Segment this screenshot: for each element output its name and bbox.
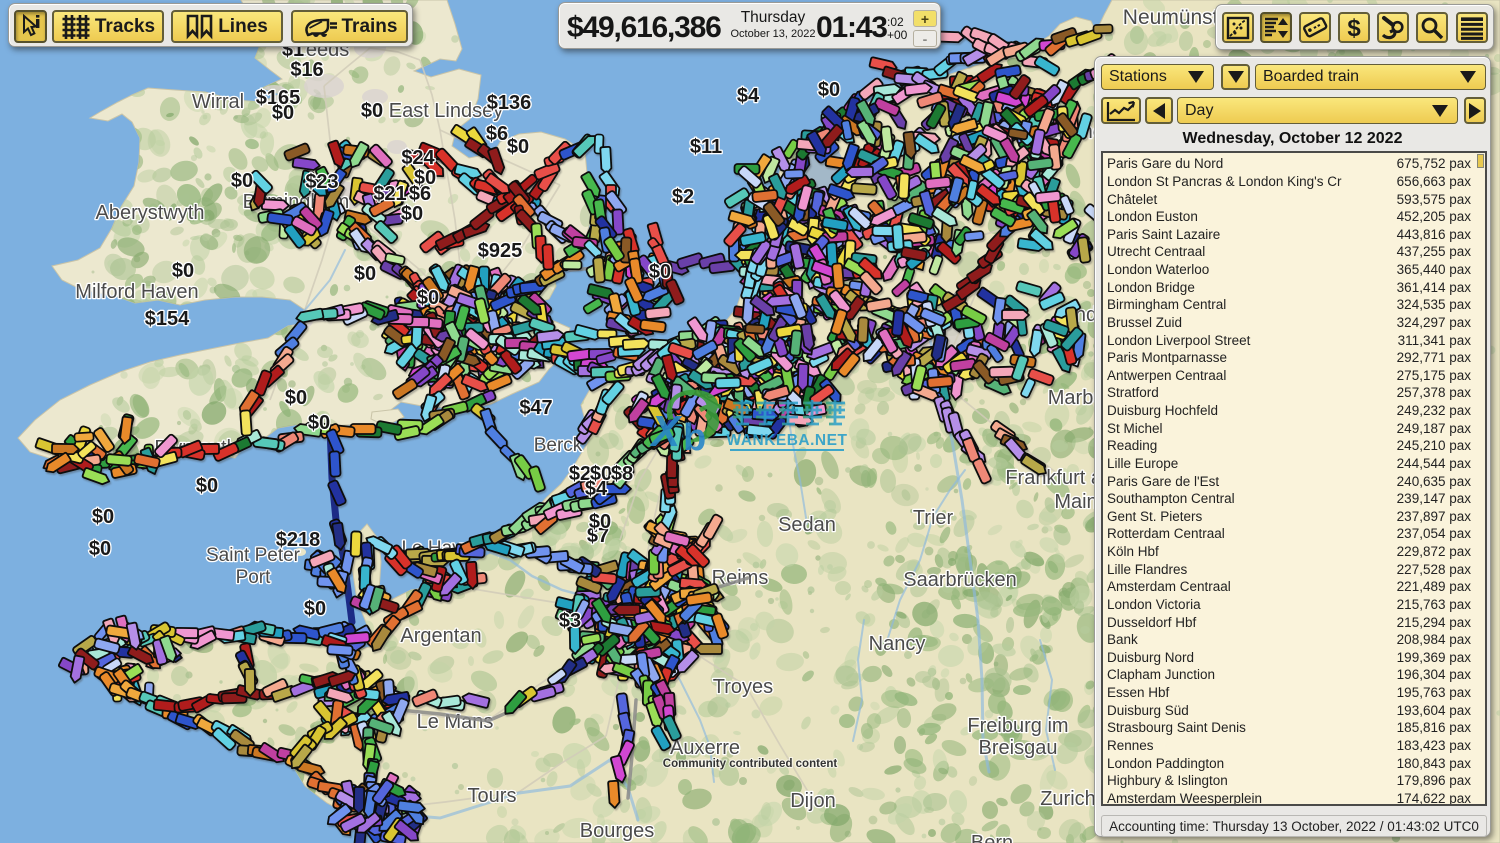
svg-text:$136: $136 <box>487 92 532 114</box>
svg-text:Milford Haven: Milford Haven <box>75 281 198 303</box>
svg-text:$0: $0 <box>361 100 383 122</box>
svg-text:$0: $0 <box>507 136 529 158</box>
svg-text:Port: Port <box>236 567 272 588</box>
svg-text:$2: $2 <box>672 186 694 208</box>
svg-text:$0: $0 <box>818 79 840 101</box>
svg-text:$0: $0 <box>231 170 253 192</box>
svg-text:$: $ <box>1347 15 1361 41</box>
svg-text:$218: $218 <box>276 529 321 551</box>
svg-text:$21: $21 <box>373 183 406 205</box>
svg-text:$0: $0 <box>285 387 307 409</box>
svg-text:$4: $4 <box>585 478 608 500</box>
svg-text:Saarbrücken: Saarbrücken <box>903 569 1016 591</box>
svg-text:Bourges: Bourges <box>580 820 655 842</box>
svg-text:$8: $8 <box>611 463 633 485</box>
svg-text:b: b <box>683 417 706 459</box>
svg-text:Argentan: Argentan <box>400 625 481 647</box>
svg-text:Freiburg im: Freiburg im <box>967 715 1068 737</box>
svg-text:$0: $0 <box>308 412 330 434</box>
svg-text:$11: $11 <box>690 136 722 158</box>
svg-text:Aberystwyth: Aberystwyth <box>96 202 205 224</box>
svg-text:Dijon: Dijon <box>790 790 836 812</box>
svg-text:Breisgau: Breisgau <box>979 737 1058 759</box>
svg-text:$0: $0 <box>272 102 294 124</box>
svg-text:Zurich: Zurich <box>1040 788 1096 810</box>
svg-text:Trier: Trier <box>913 507 954 529</box>
svg-text:$0: $0 <box>589 511 611 533</box>
svg-text:$47: $47 <box>519 397 552 419</box>
svg-text:$0: $0 <box>172 260 194 282</box>
svg-text:Sedan: Sedan <box>778 514 836 536</box>
svg-text:Community contributed content: Community contributed content <box>663 758 838 770</box>
svg-text:$24: $24 <box>401 147 435 169</box>
svg-text:Tours: Tours <box>468 785 517 807</box>
svg-text:$925: $925 <box>478 240 523 262</box>
svg-text:Auxerre: Auxerre <box>670 737 740 759</box>
svg-text:X: X <box>648 407 683 456</box>
svg-text:$0: $0 <box>401 203 423 225</box>
svg-text:$0: $0 <box>304 598 326 620</box>
svg-text:WANKEBA.NET: WANKEBA.NET <box>727 432 848 449</box>
svg-text:$0: $0 <box>417 287 439 309</box>
svg-text:$6: $6 <box>409 183 431 205</box>
svg-text:$16: $16 <box>290 59 323 81</box>
svg-text:Berck: Berck <box>534 435 583 456</box>
svg-text:$23: $23 <box>305 171 338 193</box>
svg-text:Troyes: Troyes <box>713 676 773 698</box>
svg-text:$0: $0 <box>92 506 114 528</box>
svg-text:$4: $4 <box>737 85 760 107</box>
svg-text:$0: $0 <box>196 475 218 497</box>
svg-text:$0: $0 <box>354 263 376 285</box>
svg-text:Bern: Bern <box>971 832 1013 843</box>
svg-text:Wirral: Wirral <box>192 91 244 113</box>
svg-text:$0: $0 <box>89 538 111 560</box>
svg-text:$6: $6 <box>486 123 508 145</box>
svg-text:$3: $3 <box>559 610 581 632</box>
svg-text:$154: $154 <box>145 308 190 330</box>
svg-text:$0: $0 <box>649 261 671 283</box>
svg-text:Main: Main <box>1054 491 1097 513</box>
svg-text:Nancy: Nancy <box>869 633 926 655</box>
